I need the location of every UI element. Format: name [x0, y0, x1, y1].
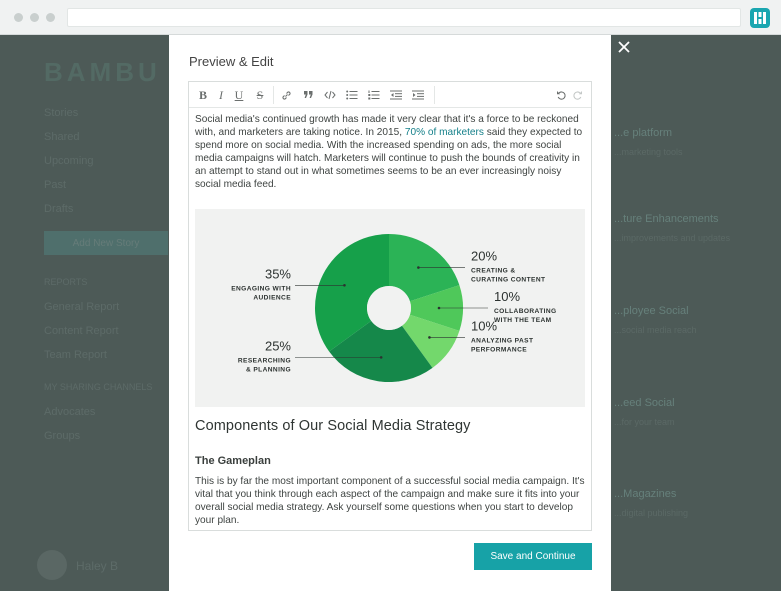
card-title: ...e platform	[614, 127, 673, 139]
add-story-button: Add New Story	[44, 231, 168, 255]
slice-percent-label: 25%	[265, 338, 291, 353]
window-dot-close[interactable]	[14, 13, 23, 22]
card-subtitle: ...digital publishing	[614, 508, 689, 518]
report-item-content: Content Report	[44, 325, 119, 337]
report-item-general: General Report	[44, 301, 120, 313]
bold-button[interactable]: B	[195, 87, 211, 103]
quote-button[interactable]	[300, 87, 316, 103]
close-icon	[618, 41, 630, 53]
slice-category-label: AUDIENCE	[253, 294, 291, 301]
stat-link[interactable]: 70% of marketers	[405, 127, 484, 138]
slice-category-label: PERFORMANCE	[471, 346, 527, 353]
report-item-team: Team Report	[44, 349, 107, 361]
card-subtitle: ...social media reach	[614, 325, 697, 335]
infographic-figure: 20% CREATING & CURATING CONTENT 10% COLLABOR…	[195, 209, 585, 407]
channel-item-advocates: Advocates	[44, 406, 96, 418]
bullet-list-icon	[346, 90, 358, 100]
toolbar-divider	[273, 86, 274, 104]
code-button[interactable]	[322, 87, 338, 103]
underline-button[interactable]: U	[231, 87, 247, 103]
browser-chrome	[0, 0, 781, 35]
card-title: ...ture Enhancements	[614, 213, 719, 225]
leader-dot	[343, 284, 346, 287]
bambu-logo: BAMBU	[44, 57, 161, 87]
bullet-list-button[interactable]	[344, 87, 360, 103]
slice-percent-label: 10%	[471, 318, 497, 333]
modal-title: Preview & Edit	[189, 54, 274, 69]
slice-category-label: COLLABORATING	[494, 308, 557, 315]
nav-item-stories: Stories	[44, 107, 79, 119]
indent-button[interactable]	[410, 87, 426, 103]
window-dot-maximize[interactable]	[46, 13, 55, 22]
close-button[interactable]	[614, 38, 634, 58]
rich-text-editor[interactable]: B I U S Social media's continued growth …	[188, 81, 592, 531]
code-icon	[324, 90, 336, 100]
leader-dot	[428, 336, 431, 339]
undo-icon	[556, 90, 566, 100]
donut-chart: 20% CREATING & CURATING CONTENT 10% COLLABOR…	[231, 234, 557, 382]
outdent-icon	[390, 90, 402, 100]
nav-item-drafts: Drafts	[44, 203, 74, 215]
editor-content[interactable]: Social media's continued growth has made…	[195, 113, 585, 526]
extension-icon[interactable]	[750, 8, 770, 28]
slice-category-label: ANALYZING PAST	[471, 337, 533, 344]
toolbar-divider	[434, 86, 435, 104]
slice-category-label: WITH THE TEAM	[494, 317, 552, 324]
card-title: ...ployee Social	[614, 305, 689, 317]
undo-button[interactable]	[553, 87, 569, 103]
redo-button[interactable]	[569, 87, 585, 103]
card-title: ...eed Social	[614, 397, 675, 409]
leader-dot	[379, 356, 383, 359]
card-subtitle: ...improvements and updates	[614, 233, 731, 243]
link-button[interactable]	[278, 87, 294, 103]
card-subtitle: ...marketing tools	[614, 147, 683, 157]
slice-category-label: & PLANNING	[246, 366, 291, 373]
italic-button[interactable]: I	[213, 87, 229, 103]
slice-category-label: ENGAGING WITH	[231, 285, 291, 292]
slice-percent-label: 35%	[265, 266, 291, 281]
intro-paragraph: Social media's continued growth has made…	[195, 113, 585, 191]
slice-percent-label: 10%	[494, 289, 520, 304]
donut-hole	[367, 286, 411, 330]
slice-category-label: CREATING &	[471, 268, 516, 275]
outdent-button[interactable]	[388, 87, 404, 103]
indent-icon	[412, 90, 424, 100]
leader-dot	[437, 306, 441, 310]
address-bar[interactable]	[67, 8, 741, 27]
numbered-list-button[interactable]	[366, 87, 382, 103]
slice-category-label: CURATING CONTENT	[471, 277, 545, 284]
save-and-continue-button[interactable]: Save and Continue	[474, 543, 592, 570]
section-subheading: The Gameplan	[195, 455, 271, 467]
grid-icon	[754, 12, 766, 24]
nav-item-shared: Shared	[44, 131, 80, 143]
numbered-list-icon	[368, 90, 380, 100]
quote-icon	[303, 91, 312, 98]
section-heading: Components of Our Social Media Strategy	[195, 418, 471, 434]
window-dot-minimize[interactable]	[30, 13, 39, 22]
card-title: ...Magazines	[614, 488, 677, 500]
editor-toolbar: B I U S	[189, 82, 591, 108]
channels-header: MY SHARING CHANNELS	[44, 382, 153, 392]
preview-edit-modal: Preview & Edit B I U S Social media's co…	[169, 35, 611, 591]
avatar	[37, 550, 67, 580]
leader-dot	[417, 266, 420, 269]
slice-percent-label: 20%	[471, 249, 497, 264]
redo-icon	[572, 90, 582, 100]
strikethrough-button[interactable]: S	[252, 87, 268, 103]
reports-header: REPORTS	[44, 277, 88, 287]
nav-item-upcoming: Upcoming	[44, 155, 94, 167]
body-paragraph: This is by far the most important compon…	[195, 476, 585, 526]
channel-item-groups: Groups	[44, 430, 81, 442]
user-name: Haley B	[76, 559, 119, 573]
card-subtitle: ...for your team	[614, 417, 675, 427]
link-icon	[281, 90, 291, 100]
nav-item-past: Past	[44, 179, 67, 191]
slice-category-label: RESEARCHING	[238, 357, 291, 364]
